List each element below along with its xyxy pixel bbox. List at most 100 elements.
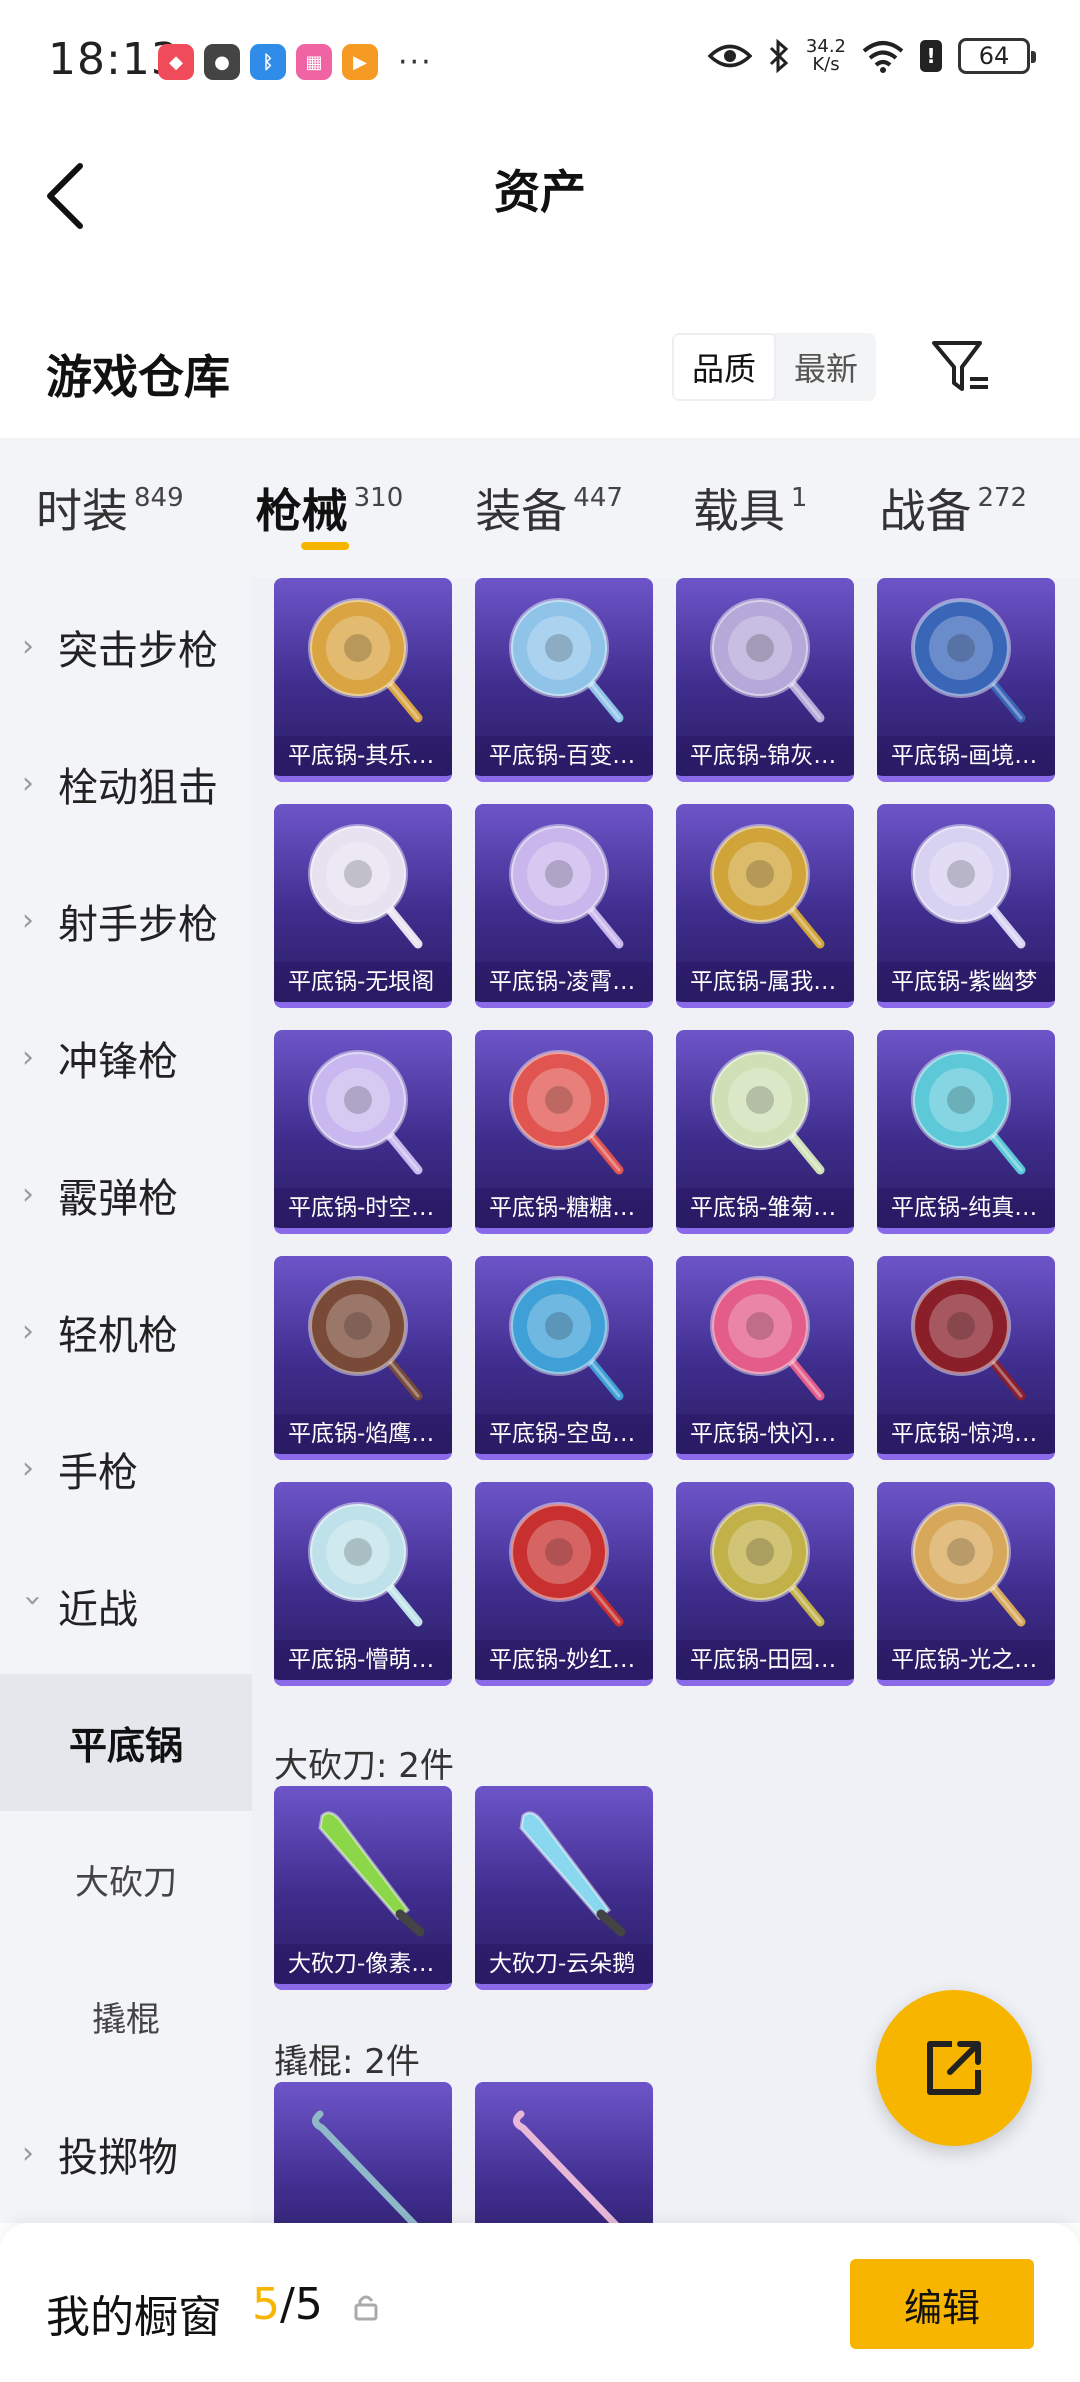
shopping-app-icon: ◆ [158,44,194,80]
sort-newest[interactable]: 最新 [776,333,876,401]
machete-icon [519,1811,626,1937]
item-card[interactable]: 平底锅-光之… [877,1482,1055,1686]
item-card[interactable]: 平底锅-田园… [676,1482,854,1686]
chevron-right-icon: › [22,1040,34,1075]
item-card[interactable]: 平底锅-快闪… [676,1256,854,1460]
item-card[interactable]: 平底锅-无垠阁 [274,804,452,1008]
sidebar-item-assault-rifle[interactable]: › 突击步枪 [0,578,252,715]
sort-toggle: 品质 最新 [672,333,876,401]
item-card[interactable]: 平底锅-妙红… [475,1482,653,1686]
tab-count: 272 [977,483,1028,513]
item-name: 平底锅-紫幽梦 [877,962,1055,1002]
tab-label: 战备 [879,484,972,538]
external-link-icon [927,2041,981,2095]
pan-icon [710,1502,825,1627]
chevron-right-icon: › [22,2136,34,2171]
item-card[interactable]: 平底锅-凌霄… [475,804,653,1008]
pan-icon [308,1276,423,1401]
sort-quality[interactable]: 品质 [672,333,776,401]
sidebar-item-pistol[interactable]: › 手枪 [0,1400,252,1537]
item-card[interactable]: 平底锅-糖糖… [475,1030,653,1234]
sidebar-item-label: 冲锋枪 [58,1038,178,1085]
sidebar-sub-machete[interactable]: 大砍刀 [0,1811,252,1948]
sidebar-item-melee[interactable]: › 近战 [0,1537,252,1674]
item-card[interactable]: 平底锅-紫幽梦 [877,804,1055,1008]
sidebar-item-smg[interactable]: › 冲锋枪 [0,989,252,1126]
item-card[interactable]: 平底锅-纯真… [877,1030,1055,1234]
chevron-right-icon: › [22,1177,34,1212]
item-name: 平底锅-空岛… [475,1414,653,1454]
sidebar-item-lmg[interactable]: › 轻机枪 [0,1263,252,1400]
pan-icon [308,1502,423,1627]
pan-icon [710,1050,825,1175]
showcase-current: 5 [252,2279,280,2330]
pan-icon [710,1276,825,1401]
tab-equipment[interactable]: 装备 447 [475,438,623,578]
item-name: 大砍刀-像素… [274,1944,452,1984]
pan-icon [509,1050,624,1175]
sidebar-sub-crowbar[interactable]: 撬棍 [0,1948,252,2085]
item-card[interactable]: 大砍刀-云朵鹅 [475,1786,653,1990]
pan-icon [308,1050,423,1175]
item-card[interactable]: 大砍刀-像素… [274,1786,452,1990]
item-card[interactable]: 平底锅-画境… [877,578,1055,782]
item-card[interactable]: 平底锅-空岛… [475,1256,653,1460]
item-card[interactable]: 平底锅-懵萌… [274,1482,452,1686]
more-notifications-icon: ··· [398,44,433,80]
item-card[interactable]: 平底锅-百变… [475,578,653,782]
item-card[interactable]: 平底锅-惊鸿… [877,1256,1055,1460]
tab-count: 1 [790,483,808,513]
pan-icon [911,824,1026,949]
item-name: 平底锅-其乐… [274,736,452,776]
chevron-right-icon: › [22,903,34,938]
item-card[interactable]: 平底锅-锦灰… [676,578,854,782]
tab-supplies[interactable]: 战备 272 [879,438,1027,578]
item-card[interactable]: 平底锅-焰鹰… [274,1256,452,1460]
sidebar-item-bolt-sniper[interactable]: › 栓动狙击 [0,715,252,852]
tab-fashion[interactable]: 时装 849 [36,438,184,578]
sidebar-item-throwables[interactable]: › 投掷物 [0,2085,252,2222]
edit-button[interactable]: 编辑 [850,2259,1034,2349]
category-tabs: 时装 849 枪械 310 装备 447 载具 1 战备 272 [0,438,1080,578]
lock-icon [354,2295,378,2321]
sidebar-sub-pan[interactable]: 平底锅 [0,1674,252,1811]
chevron-right-icon: › [22,766,34,801]
wifi-icon [862,41,904,73]
item-card[interactable] [274,2082,452,2223]
item-name: 平底锅-百变… [475,736,653,776]
item-card[interactable]: 平底锅-时空… [274,1030,452,1234]
bluetooth-icon [769,39,789,73]
page-header: 资产 [0,120,1080,260]
showcase-total: /5 [280,2279,323,2330]
item-name: 平底锅-纯真… [877,1188,1055,1228]
tab-firearms[interactable]: 枪械 310 [256,438,403,578]
tab-count: 849 [134,483,184,513]
sidebar-item-shotgun[interactable]: › 霰弹枪 [0,1126,252,1263]
tab-vehicles[interactable]: 载具 1 [693,438,808,578]
tab-count: 447 [573,483,623,513]
pan-icon [911,1276,1026,1401]
item-card[interactable]: 平底锅-属我… [676,804,854,1008]
tab-label: 装备 [475,484,568,538]
item-card[interactable] [475,2082,653,2223]
pan-icon [509,1276,624,1401]
item-name: 平底锅-属我… [676,962,854,1002]
filter-button[interactable] [928,335,992,399]
item-card[interactable]: 平底锅-其乐… [274,578,452,782]
pan-icon [710,598,825,723]
share-button[interactable] [876,1990,1032,2146]
item-name: 平底锅-快闪… [676,1414,854,1454]
item-name: 平底锅-凌霄… [475,962,653,1002]
pan-icon [509,824,624,949]
sidebar-item-label: 手枪 [58,1449,138,1496]
bluetooth-app-icon: ᛒ [250,44,286,80]
status-bar: 18:13 ◆ ● ᛒ ▦ ▶ ··· 34.2 K/s ! 64 [0,0,1080,120]
sidebar-item-dmr[interactable]: › 射手步枪 [0,852,252,989]
pan-icon [911,598,1026,723]
chevron-right-icon: › [22,1451,34,1486]
item-name: 平底锅-田园… [676,1640,854,1680]
item-card[interactable]: 平底锅-雏菊… [676,1030,854,1234]
warehouse-header: 游戏仓库 品质 最新 [0,315,1080,425]
play-app-icon: ▶ [342,44,378,80]
sidebar-item-label: 投掷物 [58,2134,178,2181]
